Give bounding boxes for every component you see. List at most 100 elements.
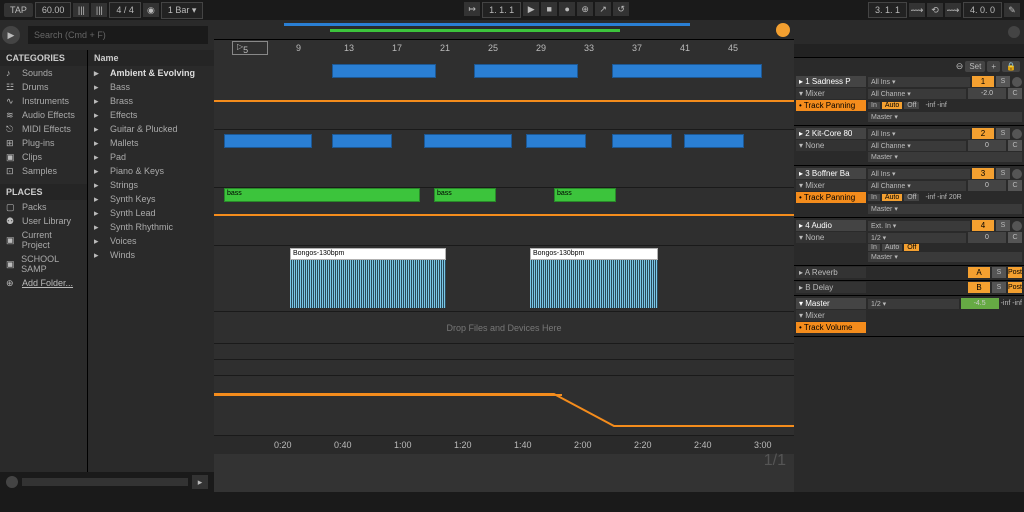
track-number[interactable]: 4 — [972, 220, 994, 231]
follow-icon[interactable]: ↦ — [464, 2, 480, 16]
name-item[interactable]: ▸Winds — [88, 248, 214, 262]
output[interactable]: Master ▾ — [868, 252, 1022, 262]
name-item[interactable]: ▸Bass — [88, 80, 214, 94]
monitor-auto[interactable]: Auto — [882, 102, 902, 109]
track-2-lane[interactable] — [214, 130, 794, 188]
name-item[interactable]: ▸Voices — [88, 234, 214, 248]
cat-item[interactable]: ⊡Samples — [0, 164, 87, 178]
track-1-lane[interactable] — [214, 58, 794, 130]
punch-in-icon[interactable]: ⟿ — [909, 3, 925, 17]
master-mixer[interactable]: ▾ Mixer — [796, 310, 866, 321]
master-out[interactable]: 1/2 ▾ — [868, 299, 959, 309]
input-type[interactable]: All Ins ▾ — [868, 129, 970, 139]
add-folder-button[interactable]: ⊕Add Folder... — [0, 276, 87, 290]
drop-zone[interactable]: Drop Files and Devices Here — [214, 312, 794, 344]
track-3-lane[interactable]: bass bass bass — [214, 188, 794, 246]
volume[interactable]: -2.0 — [968, 88, 1006, 99]
return-name[interactable]: ▸ B Delay — [796, 282, 866, 293]
name-item[interactable]: ▸Pad — [88, 150, 214, 164]
metronome-toggle[interactable]: ◉ — [143, 3, 159, 17]
solo-button[interactable]: S — [992, 267, 1006, 278]
input-type[interactable]: All Ins ▾ — [868, 169, 970, 179]
cat-item[interactable]: ≋Audio Effects — [0, 108, 87, 122]
solo-button[interactable]: S — [996, 76, 1010, 87]
record-button[interactable]: ● — [559, 2, 575, 16]
monitor-off[interactable]: Off — [904, 102, 919, 109]
monitor-in[interactable]: In — [868, 194, 880, 201]
name-item[interactable]: ▸Ambient & Evolving — [88, 66, 214, 80]
bar-ruler[interactable]: ▷ 5 913 1721 2529 3337 4145 — [214, 40, 794, 58]
name-item[interactable]: ▸Synth Keys — [88, 192, 214, 206]
cat-item[interactable]: ☳Drums — [0, 80, 87, 94]
name-item[interactable]: ▸Brass — [88, 94, 214, 108]
place-item[interactable]: ▣Current Project — [0, 228, 87, 252]
loop-switch-icon[interactable]: ⟲ — [927, 3, 943, 17]
preview-toggle[interactable] — [6, 476, 18, 488]
volume[interactable]: 0 — [968, 140, 1006, 151]
cat-item[interactable]: ⊞Plug-ins — [0, 136, 87, 150]
output[interactable]: Master ▾ — [868, 112, 1022, 122]
quantize-menu[interactable]: 1 Bar ▾ — [161, 2, 204, 19]
track-name[interactable]: ▸ 3 Boffner Ba — [796, 168, 866, 179]
mixer-section[interactable]: ▾ Mixer — [796, 180, 866, 191]
track-name[interactable]: ▸ 1 Sadness P — [796, 76, 866, 87]
track-number[interactable]: 2 — [972, 128, 994, 139]
solo-button[interactable]: S — [996, 128, 1010, 139]
stop-button[interactable]: ■ — [541, 2, 557, 16]
automation-param[interactable]: • Track Panning — [796, 100, 866, 111]
monitor-auto[interactable]: Auto — [882, 244, 902, 251]
mixer-section[interactable]: ▾ None — [796, 140, 866, 151]
solo-button[interactable]: S — [992, 282, 1006, 293]
time-ruler[interactable]: 0:200:40 1:001:20 1:402:00 2:202:40 3:00 — [214, 436, 794, 454]
nudge-down-icon[interactable]: ||| — [91, 3, 107, 17]
input-channel[interactable]: All Channe ▾ — [868, 141, 966, 151]
cat-item[interactable]: ▣Clips — [0, 150, 87, 164]
name-item[interactable]: ▸Piano & Keys — [88, 164, 214, 178]
name-item[interactable]: ▸Guitar & Plucked — [88, 122, 214, 136]
automation-arm-icon[interactable]: ↗ — [595, 2, 611, 16]
track-number[interactable]: 1 — [972, 76, 994, 87]
mixer-section[interactable]: ▾ Mixer — [796, 88, 866, 99]
return-letter[interactable]: A — [968, 267, 990, 278]
post-button[interactable]: Post — [1008, 282, 1022, 293]
punch-out-icon[interactable]: ⟿ — [945, 3, 961, 17]
monitor-in[interactable]: In — [868, 102, 880, 109]
metronome-icon[interactable]: ||| — [73, 3, 89, 17]
input-channel[interactable]: All Channe ▾ — [868, 89, 966, 99]
name-item[interactable]: ▸Strings — [88, 178, 214, 192]
overview-strip[interactable] — [214, 20, 794, 40]
search-input[interactable]: Search (Cmd + F) — [28, 26, 208, 44]
arm-button[interactable] — [1012, 221, 1022, 231]
loop-start[interactable]: 3. 1. 1 — [868, 2, 907, 18]
c-button[interactable]: C — [1008, 180, 1022, 191]
monitor-in[interactable]: In — [868, 244, 880, 251]
place-item[interactable]: ⚉User Library — [0, 214, 87, 228]
mixer-section[interactable]: ▾ None — [796, 232, 866, 243]
monitor-off[interactable]: Off — [904, 244, 919, 251]
arm-button[interactable] — [1012, 169, 1022, 179]
name-item[interactable]: ▸Synth Rhythmic — [88, 220, 214, 234]
preview-slider[interactable] — [22, 478, 188, 486]
re-enable-automation-icon[interactable]: ↺ — [613, 2, 629, 16]
solo-button[interactable]: S — [996, 168, 1010, 179]
bpm-field[interactable]: 60.00 — [35, 2, 72, 18]
master-name[interactable]: ▾ Master — [796, 298, 866, 309]
input-channel[interactable]: 1/2 ▾ — [868, 233, 966, 243]
arm-button[interactable] — [1012, 77, 1022, 87]
set-nav-icon[interactable]: ⊖ — [956, 61, 964, 72]
master-lane[interactable] — [214, 376, 794, 436]
track-4-lane[interactable]: Bongos-130bpm Bongos-130bpm — [214, 246, 794, 312]
tap-button[interactable]: TAP — [4, 3, 33, 17]
return-name[interactable]: ▸ A Reverb — [796, 267, 866, 278]
lock-icon[interactable]: 🔒 — [1002, 61, 1020, 72]
master-automation[interactable]: • Track Volume — [796, 322, 866, 333]
song-position[interactable]: 1. 1. 1 — [482, 2, 521, 18]
c-button[interactable]: C — [1008, 232, 1022, 243]
master-vol[interactable]: -4.5 — [961, 298, 999, 309]
play-button[interactable]: ▶ — [523, 2, 539, 16]
panel-arrow-icon[interactable]: ▸ — [192, 475, 208, 489]
cat-item[interactable]: ⎋MIDI Effects — [0, 122, 87, 136]
automation-param[interactable]: • Track Panning — [796, 192, 866, 203]
track-number[interactable]: 3 — [972, 168, 994, 179]
cat-item[interactable]: ♪Sounds — [0, 66, 87, 80]
